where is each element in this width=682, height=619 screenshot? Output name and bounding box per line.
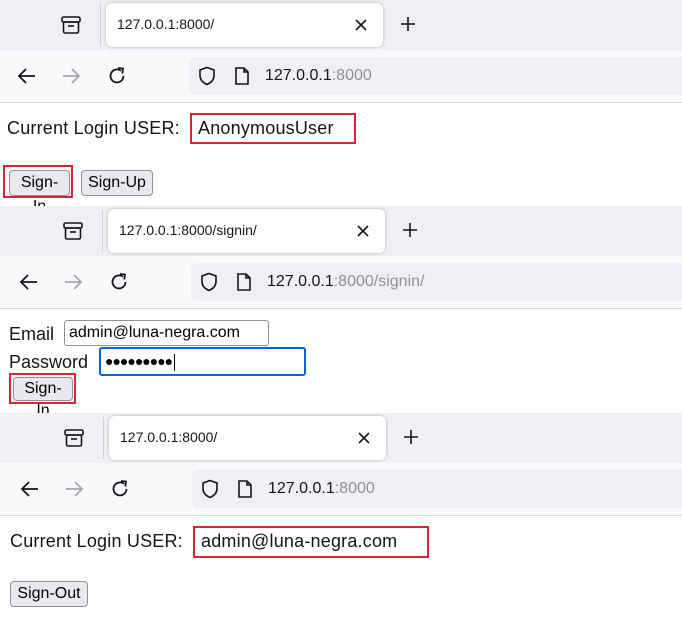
tab-title: 127.0.0.1:8000/ [117, 16, 215, 32]
email-input[interactable] [64, 320, 269, 346]
url-text[interactable]: 127.0.0.1:8000/signin/ [267, 273, 424, 291]
sign-up-button[interactable]: Sign-Up [81, 170, 153, 196]
page-icon[interactable] [233, 66, 251, 86]
nav-toolbar: 127.0.0.1:8000 [0, 50, 682, 103]
url-path: :8000 [334, 480, 375, 497]
tab-strip-divider [100, 4, 101, 46]
tab-strip: 127.0.0.1:8000/signin/ [0, 206, 682, 256]
url-host: 127.0.0.1 [267, 273, 334, 290]
tab-title: 127.0.0.1:8000/signin/ [119, 222, 257, 238]
forward-arrow-icon[interactable] [62, 477, 86, 501]
nav-toolbar: 127.0.0.1:8000 [0, 463, 682, 516]
highlight-box-sign-in [3, 165, 73, 198]
nav-toolbar: 127.0.0.1:8000/signin/ [0, 256, 682, 309]
page-icon[interactable] [235, 272, 253, 292]
browser-frame-logged-in: 127.0.0.1:8000/ 127.0.0.1:8000 Current L… [0, 413, 682, 607]
browser-frame-home: 127.0.0.1:8000/ 127.0.0.1:8000 Current L… [0, 0, 682, 215]
plus-icon[interactable] [401, 427, 421, 447]
page-icon[interactable] [236, 479, 254, 499]
reload-icon[interactable] [105, 64, 129, 88]
tab-strip: 127.0.0.1:8000/ [0, 413, 682, 463]
tab-active[interactable]: 127.0.0.1:8000/ [106, 3, 383, 47]
reload-icon[interactable] [108, 477, 132, 501]
back-arrow-icon[interactable] [17, 270, 41, 294]
forward-arrow-icon[interactable] [59, 64, 83, 88]
url-host: 127.0.0.1 [268, 480, 335, 497]
close-icon[interactable] [351, 15, 371, 35]
tab-strip: 127.0.0.1:8000/ [0, 0, 682, 50]
close-icon[interactable] [353, 221, 373, 241]
close-icon[interactable] [354, 428, 374, 448]
forward-arrow-icon[interactable] [61, 270, 85, 294]
highlight-box-user [190, 113, 356, 144]
tab-list-icon[interactable] [58, 12, 84, 38]
shield-icon[interactable] [199, 272, 219, 292]
sign-out-button[interactable]: Sign-Out [10, 581, 88, 607]
url-bar[interactable]: 127.0.0.1:8000 [189, 57, 682, 95]
tab-active[interactable]: 127.0.0.1:8000/signin/ [108, 209, 385, 253]
shield-icon[interactable] [200, 479, 220, 499]
password-label: Password [9, 352, 89, 372]
reload-icon[interactable] [107, 270, 131, 294]
plus-icon[interactable] [400, 220, 420, 240]
current-user-label: Current Login USER: [10, 531, 183, 551]
url-path: :8000/signin/ [333, 273, 425, 290]
url-bar[interactable]: 127.0.0.1:8000/signin/ [191, 263, 682, 301]
plus-icon[interactable] [398, 14, 418, 34]
url-text[interactable]: 127.0.0.1:8000 [268, 480, 375, 498]
url-text[interactable]: 127.0.0.1:8000 [265, 67, 372, 85]
back-arrow-icon[interactable] [18, 477, 42, 501]
shield-icon[interactable] [197, 66, 217, 86]
password-input[interactable]: ●●●●●●●●● [99, 347, 306, 376]
tab-title: 127.0.0.1:8000/ [120, 429, 218, 445]
text-caret [174, 353, 176, 371]
url-path: :8000 [331, 67, 372, 84]
current-user-label: Current Login USER: [7, 118, 180, 138]
tab-list-icon[interactable] [61, 425, 87, 451]
back-arrow-icon[interactable] [15, 64, 39, 88]
highlight-box-sign-in [9, 373, 76, 404]
email-label: Email [9, 324, 55, 344]
url-bar[interactable]: 127.0.0.1:8000 [192, 470, 682, 508]
password-masked-value: ●●●●●●●●● [105, 353, 173, 369]
url-host: 127.0.0.1 [265, 67, 332, 84]
browser-frame-signin: 127.0.0.1:8000/signin/ 127.0.0.1:8000/si… [0, 206, 682, 419]
tab-strip-divider [102, 210, 103, 252]
highlight-box-user [193, 526, 429, 558]
tab-strip-divider [103, 417, 104, 459]
tab-active[interactable]: 127.0.0.1:8000/ [109, 416, 386, 460]
tab-list-icon[interactable] [60, 218, 86, 244]
